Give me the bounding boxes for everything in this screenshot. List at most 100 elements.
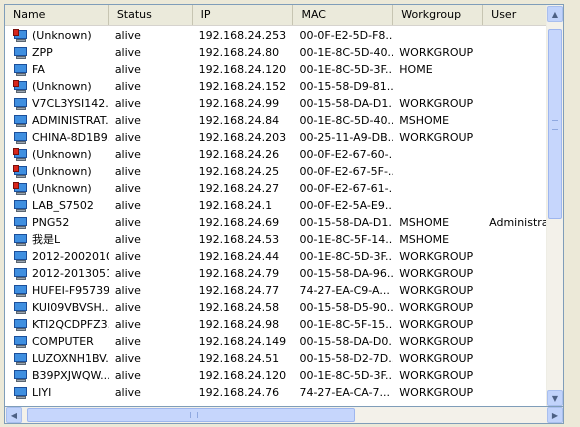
table-row[interactable]: LIYI alive 192.168.24.76 74-27-EA-CA-7... WO…: [5, 384, 563, 401]
table-row[interactable]: FA alive 192.168.24.120 00-1E-8C-5D-3F... HO…: [5, 61, 563, 78]
table-row[interactable]: KTI2QCDPFZ3... alive 192.168.24.98 00-1E-8C…: [5, 316, 563, 333]
table-row[interactable]: V7CL3YSI142... alive 192.168.24.99 00-15-58…: [5, 95, 563, 112]
mac-cell: 00-1E-8C-5D-3F...: [299, 250, 394, 263]
computer-icon: [13, 284, 29, 298]
mac-cell: 00-1E-8C-5F-14...: [299, 233, 394, 246]
vertical-scrollbar[interactable]: ▲ ▼: [546, 5, 563, 406]
computer-icon: [13, 335, 29, 349]
workgroup-cell: HOME: [399, 63, 433, 76]
host-name-cell: ADMINISTRAT...: [5, 112, 109, 129]
computer-icon: [13, 199, 29, 213]
table-row[interactable]: LAB_S7502 alive 192.168.24.1 00-0F-E2-5A-E9…: [5, 197, 563, 214]
host-name-cell: (Unknown): [5, 163, 109, 180]
host-name: LUZOXNH1BV...: [32, 352, 109, 365]
workgroup-cell: WORKGROUP: [399, 301, 474, 314]
mac-cell: 00-0F-E2-5A-E9...: [299, 199, 394, 212]
table-row[interactable]: CHINA-8D1B9... alive 192.168.24.203 00-25-1…: [5, 129, 563, 146]
host-name: 我是L: [32, 233, 61, 246]
vertical-scroll-thumb[interactable]: [548, 29, 562, 219]
ip-cell: 192.168.24.25: [198, 165, 280, 178]
mac-cell: 00-15-58-DA-D1...: [299, 216, 394, 229]
scroll-left-button[interactable]: ◀: [6, 407, 22, 423]
host-name-cell: KTI2QCDPFZ3...: [5, 316, 109, 333]
scroll-right-button[interactable]: ▶: [547, 407, 563, 423]
ip-cell: 192.168.24.120: [198, 63, 287, 76]
ip-cell: 192.168.24.1: [198, 199, 273, 212]
table-row[interactable]: ZPP alive 192.168.24.80 00-1E-8C-5D-40... WO…: [5, 44, 563, 61]
ip-cell: 192.168.24.58: [198, 301, 280, 314]
status-cell: alive: [114, 318, 141, 331]
workgroup-cell: WORKGROUP: [399, 267, 474, 280]
horizontal-scrollbar[interactable]: ◀ ▶: [4, 407, 564, 424]
table-row[interactable]: KUI09VBVSH... alive 192.168.24.58 00-15-58-…: [5, 299, 563, 316]
column-header-workgroup[interactable]: Workgroup: [393, 5, 484, 25]
table-row[interactable]: (Unknown) alive 192.168.24.253 00-0F-E2-5D-…: [5, 27, 563, 44]
host-name-cell: ZPP: [5, 44, 109, 61]
table-row[interactable]: (Unknown) alive 192.168.24.26 00-0F-E2-67-6…: [5, 146, 563, 163]
host-name-cell: CHINA-8D1B9...: [5, 129, 109, 146]
table-row[interactable]: LUZOXNH1BV... alive 192.168.24.51 00-15-58-…: [5, 350, 563, 367]
horizontal-scroll-thumb[interactable]: [27, 408, 355, 422]
table-row[interactable]: B39PXJWQW... alive 192.168.24.120 00-1E-8C-…: [5, 367, 563, 384]
table-row[interactable]: ADMINISTRAT... alive 192.168.24.84 00-1E-8C…: [5, 112, 563, 129]
status-cell: alive: [114, 233, 141, 246]
host-name: 2012-2013051...: [32, 267, 109, 280]
status-cell: alive: [114, 148, 141, 161]
computer-icon: [13, 233, 29, 247]
status-cell: alive: [114, 352, 141, 365]
computer-warning-icon: [13, 79, 29, 94]
scroll-down-button[interactable]: ▼: [547, 390, 563, 406]
ip-cell: 192.168.24.98: [198, 318, 280, 331]
host-name: 2012-2002010...: [32, 250, 109, 263]
column-header-name[interactable]: Name: [5, 5, 109, 25]
column-header-status[interactable]: Status: [109, 5, 193, 25]
table-row[interactable]: 2012-2002010... alive 192.168.24.44 00-1E-8…: [5, 248, 563, 265]
host-name-cell: (Unknown): [5, 146, 109, 163]
computer-icon: [13, 369, 29, 383]
workgroup-cell: WORKGROUP: [399, 369, 474, 382]
host-name-cell: COMPUTER: [5, 333, 109, 350]
workgroup-cell: WORKGROUP: [399, 318, 474, 331]
workgroup-cell: [393, 27, 483, 44]
table-row[interactable]: (Unknown) alive 192.168.24.27 00-0F-E2-67-6…: [5, 180, 563, 197]
table-row[interactable]: 2012-2013051... alive 192.168.24.79 00-15-5…: [5, 265, 563, 282]
host-name: (Unknown): [32, 182, 92, 195]
table-row[interactable]: PNG52 alive 192.168.24.69 00-15-58-DA-D1...…: [5, 214, 563, 231]
status-cell: alive: [114, 97, 141, 110]
workgroup-cell: WORKGROUP: [399, 131, 474, 144]
table-row[interactable]: HUFEI-F95739... alive 192.168.24.77 74-27-E…: [5, 282, 563, 299]
table-row[interactable]: 我是L alive 192.168.24.53 00-1E-8C-5F-14... MS…: [5, 231, 563, 248]
ip-cell: 192.168.24.77: [198, 284, 280, 297]
table-row[interactable]: (Unknown) alive 192.168.24.25 00-0F-E2-67-5…: [5, 163, 563, 180]
host-name: PNG52: [32, 216, 70, 229]
host-name: (Unknown): [32, 29, 92, 42]
scroll-up-button[interactable]: ▲: [547, 6, 563, 22]
host-name: HUFEI-F95739...: [32, 284, 109, 297]
ip-cell: 192.168.24.53: [198, 233, 280, 246]
computer-warning-icon: [13, 181, 29, 196]
table-row[interactable]: COMPUTER alive 192.168.24.149 00-15-58-DA-D…: [5, 333, 563, 350]
host-name-cell: FA: [5, 61, 109, 78]
computer-icon: [13, 386, 29, 400]
table-row[interactable]: (Unknown) alive 192.168.24.152 00-15-58-D9-…: [5, 78, 563, 95]
mac-cell: 74-27-EA-C9-A...: [299, 284, 390, 297]
mac-cell: 00-15-58-D5-90...: [299, 301, 394, 314]
ip-cell: 192.168.24.51: [198, 352, 280, 365]
workgroup-cell: [393, 163, 483, 180]
ip-cell: 192.168.24.149: [198, 335, 287, 348]
computer-icon: [13, 63, 29, 77]
workgroup-cell: MSHOME: [399, 114, 450, 127]
column-header-ip[interactable]: IP: [193, 5, 294, 25]
column-header-mac[interactable]: MAC: [293, 5, 394, 25]
host-list-view[interactable]: Name Status IP MAC Workgroup User (Unkno…: [4, 4, 564, 407]
mac-cell: 00-0F-E2-67-5F-...: [299, 165, 394, 178]
mac-cell: 00-15-58-D2-7D...: [299, 352, 394, 365]
status-cell: alive: [114, 63, 141, 76]
computer-icon: [13, 352, 29, 366]
workgroup-cell: WORKGROUP: [399, 97, 474, 110]
status-cell: alive: [114, 182, 141, 195]
host-name-cell: 我是L: [5, 231, 109, 248]
host-name-cell: (Unknown): [5, 78, 109, 95]
host-name: (Unknown): [32, 148, 92, 161]
host-name: LIYI: [32, 386, 52, 399]
